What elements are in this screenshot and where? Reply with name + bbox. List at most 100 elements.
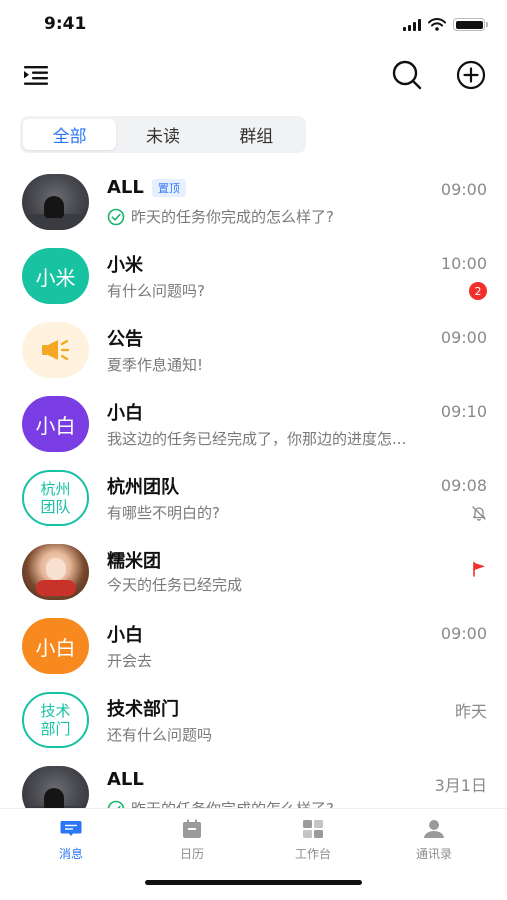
tab-all[interactable]: 全部 xyxy=(23,119,117,150)
chat-preview-text: 有哪些不明白的? xyxy=(107,504,220,522)
chat-preview-text: 夏季作息通知! xyxy=(107,356,204,374)
avatar xyxy=(22,544,89,600)
chat-time: 09:00 xyxy=(440,328,487,347)
chat-name-text: ALL xyxy=(107,177,144,198)
nav-bar xyxy=(0,50,507,100)
chat-preview-text: 有什么问题吗? xyxy=(107,282,205,300)
tab-groups[interactable]: 群组 xyxy=(210,119,303,150)
battery-icon xyxy=(453,18,488,31)
chat-preview: 有什么问题吗? xyxy=(107,280,205,301)
chat-preview: 开会去 xyxy=(107,650,152,671)
chat-name: 技术部门 xyxy=(107,695,179,721)
chat-preview-text: 我这边的任务已经完成了，你那边的进度怎... xyxy=(107,430,407,448)
chat-row-all-2[interactable]: ALL 3月1日 昨天的任务你完成的怎么样了? xyxy=(0,758,507,808)
chat-name-text: 技术部门 xyxy=(107,699,179,720)
tab-label: 日历 xyxy=(179,847,204,861)
avatar xyxy=(22,766,89,808)
tab-workbench[interactable]: 工作台 xyxy=(273,819,353,869)
avatar: 小白 xyxy=(22,396,89,452)
contacts-icon xyxy=(424,820,444,838)
bottom-tab-bar: 消息 日历 工作台 通讯录 xyxy=(0,808,507,900)
mute-icon xyxy=(472,506,486,521)
chat-preview: 昨天的任务你完成的怎么样了? xyxy=(107,798,334,808)
add-icon[interactable] xyxy=(454,58,488,92)
tab-messages[interactable]: 消息 xyxy=(31,819,111,869)
chat-row-xiaomi[interactable]: 小米 小米 10:00 有什么问题吗? 2 xyxy=(0,240,507,314)
chat-preview-text: 昨天的任务你完成的怎么样了? xyxy=(131,208,334,226)
chat-preview: 我这边的任务已经完成了，你那边的进度怎... xyxy=(107,428,406,449)
chat-preview-text: 开会去 xyxy=(107,652,153,670)
chat-preview-text: 今天的任务已经完成 xyxy=(107,576,243,594)
chat-time: 10:00 xyxy=(440,254,487,273)
chat-time: 09:00 xyxy=(440,624,487,643)
avatar: 小白 xyxy=(22,618,89,674)
chat-name-text: ALL xyxy=(107,769,144,790)
chat-time: 09:10 xyxy=(440,402,487,421)
filter-tabs: 全部 未读 群组 xyxy=(20,116,306,153)
chat-preview: 今天的任务已经完成 xyxy=(107,574,242,595)
chat-name: 小米 xyxy=(107,251,143,277)
chat-name: 糯米团 xyxy=(107,547,161,573)
tab-calendar[interactable]: 日历 xyxy=(152,819,232,869)
tab-contacts[interactable]: 通讯录 xyxy=(394,819,474,869)
chat-preview: 昨天的任务你完成的怎么样了? xyxy=(107,206,334,227)
chat-meta xyxy=(471,560,487,578)
home-indicator xyxy=(145,880,362,885)
avatar: 小米 xyxy=(22,248,89,304)
pinned-badge: 置顶 xyxy=(151,178,186,197)
avatar: 技术 部门 xyxy=(22,692,89,748)
chat-row-tech-dept[interactable]: 技术 部门 技术部门 昨天 还有什么问题吗 xyxy=(0,684,507,758)
status-bar: 9:41 xyxy=(0,0,507,50)
avatar xyxy=(22,322,89,378)
chat-time: 09:08 xyxy=(440,476,487,495)
chat-row-xiaobai-2[interactable]: 小白 小白 09:00 开会去 xyxy=(0,610,507,684)
chat-row-hangzhou-team[interactable]: 杭州 团队 杭州团队 09:08 有哪些不明白的? xyxy=(0,462,507,536)
chat-name-text: 糯米团 xyxy=(107,551,161,572)
menu-icon[interactable] xyxy=(22,62,52,88)
chat-time: 09:00 xyxy=(440,180,487,199)
workbench-icon xyxy=(303,820,323,838)
chat-preview-text: 还有什么问题吗 xyxy=(107,726,213,744)
message-icon xyxy=(60,821,82,836)
chat-preview: 有哪些不明白的? xyxy=(107,502,220,523)
check-circle-icon xyxy=(107,800,125,808)
chat-time: 昨天 xyxy=(454,702,487,721)
avatar xyxy=(22,174,89,230)
chat-preview-text: 昨天的任务你完成的怎么样了? xyxy=(131,798,334,808)
chat-row-nuomituan[interactable]: 糯米团 今天的任务已经完成 xyxy=(0,536,507,610)
chat-name: 小白 xyxy=(107,621,143,647)
chat-name: 公告 xyxy=(107,325,143,351)
chat-row-all[interactable]: ALL 置顶 09:00 昨天的任务你完成的怎么样了? xyxy=(0,166,507,240)
wifi-icon xyxy=(428,18,446,31)
chat-preview: 还有什么问题吗 xyxy=(107,724,212,745)
check-circle-icon xyxy=(107,208,125,225)
unread-badge: 2 xyxy=(469,282,487,300)
search-icon[interactable] xyxy=(390,58,424,92)
chat-preview: 夏季作息通知! xyxy=(107,354,203,375)
chat-meta: 2 xyxy=(469,282,487,300)
flag-icon xyxy=(473,561,485,577)
status-time: 9:41 xyxy=(44,14,87,34)
signal-icon xyxy=(403,18,421,31)
chat-name-text: 小白 xyxy=(107,403,143,424)
calendar-icon xyxy=(183,819,201,838)
chat-row-announcement[interactable]: 公告 09:00 夏季作息通知! xyxy=(0,314,507,388)
chat-name: 小白 xyxy=(107,399,143,425)
tab-label: 通讯录 xyxy=(415,847,452,861)
chat-name: ALL 置顶 xyxy=(107,177,186,198)
chat-time: 3月1日 xyxy=(434,776,487,795)
tab-unread[interactable]: 未读 xyxy=(116,119,209,150)
chat-list: ALL 置顶 09:00 昨天的任务你完成的怎么样了? 小米 小米 10:00 … xyxy=(0,166,507,808)
chat-name-text: 杭州团队 xyxy=(107,477,179,498)
tab-label: 工作台 xyxy=(294,847,331,861)
tab-label: 消息 xyxy=(58,847,83,861)
status-icons xyxy=(403,18,488,31)
chat-name-text: 公告 xyxy=(107,329,143,350)
announcement-icon xyxy=(41,339,69,361)
chat-meta xyxy=(471,504,487,522)
chat-row-xiaobai[interactable]: 小白 小白 09:10 我这边的任务已经完成了，你那边的进度怎... xyxy=(0,388,507,462)
avatar: 杭州 团队 xyxy=(22,470,89,526)
chat-name-text: 小米 xyxy=(107,255,143,276)
chat-name-text: 小白 xyxy=(107,625,143,646)
chat-name: ALL xyxy=(107,769,144,790)
